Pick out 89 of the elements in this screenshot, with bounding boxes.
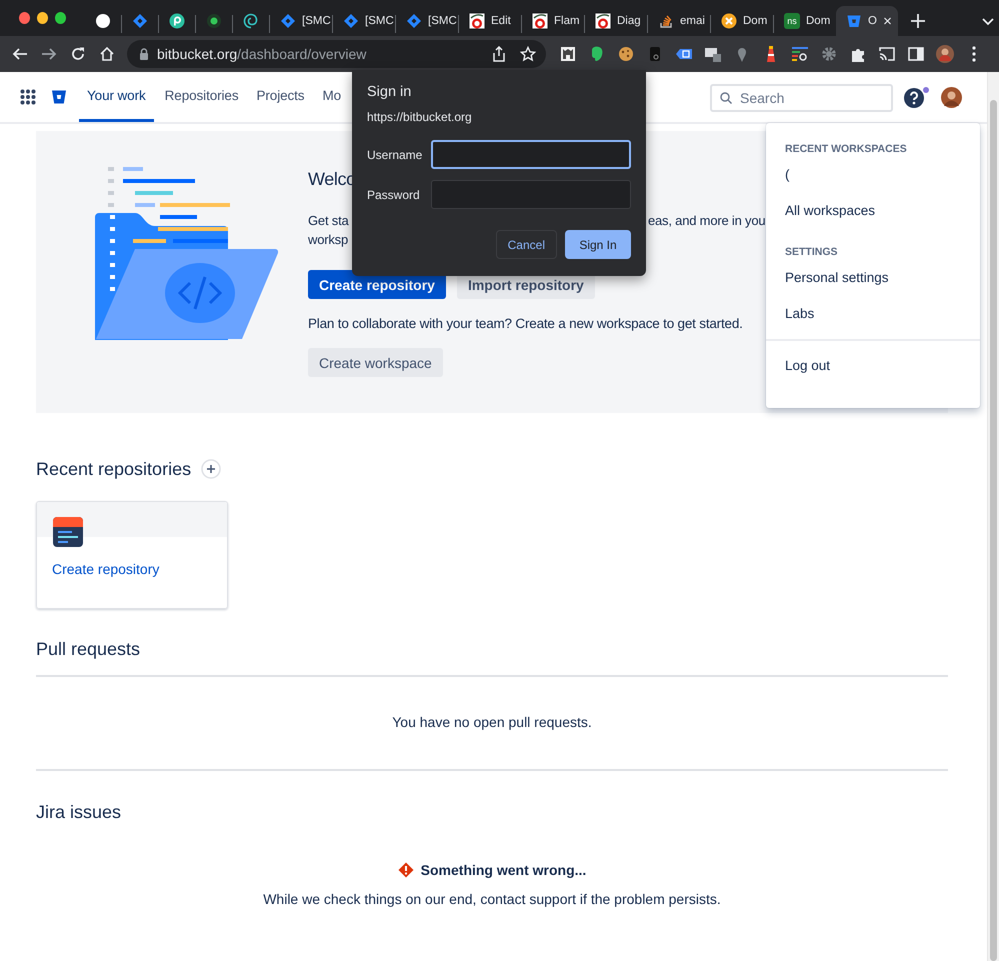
nav-tab[interactable]: Mo [314, 72, 350, 122]
browser-tab[interactable]: emai [648, 6, 710, 36]
avatar[interactable] [936, 45, 954, 63]
url-text: bitbucket.org/dashboard/overview [157, 46, 366, 62]
cancel-button[interactable]: Cancel [496, 230, 557, 259]
menu-item[interactable]: All workspaces [766, 193, 980, 229]
cookie-icon[interactable] [617, 45, 635, 63]
cast-icon[interactable] [878, 45, 896, 63]
welcome-description: Get sta [308, 213, 349, 228]
gear-icon[interactable] [820, 45, 838, 63]
error-message: While we check things on our end, contact support if the problem persists. [263, 891, 721, 907]
diamond-icon [406, 13, 422, 29]
menu-item[interactable]: Log out [766, 348, 980, 384]
ring-logo-icon [532, 13, 548, 29]
add-button[interactable] [201, 459, 222, 479]
menu-section-heading: SETTINGS [784, 246, 839, 258]
browser-tab[interactable]: Edit [459, 6, 521, 36]
site-badge: ns [784, 13, 800, 29]
zoom-window-button[interactable] [55, 12, 66, 24]
browser-tab[interactable]: Flam [522, 6, 584, 36]
minimize-window-button[interactable] [37, 12, 48, 24]
welcome-description: worksp [308, 232, 348, 247]
welcome-description: eas, and more in you [648, 212, 766, 230]
field-label: Password [367, 188, 421, 202]
browser-tab[interactable]: O [836, 6, 898, 36]
circle-icon [95, 13, 111, 29]
browser-tab[interactable]: ns Dom [774, 6, 836, 36]
menu-item[interactable]: Labs [766, 296, 980, 332]
username-field[interactable] [431, 140, 631, 169]
back-arrow-icon[interactable] [12, 46, 28, 62]
window-icon[interactable] [704, 45, 722, 63]
stack-icon [658, 13, 674, 29]
section-title: Jira issues [36, 801, 122, 823]
share-icon[interactable] [491, 46, 507, 62]
close-icon[interactable] [882, 15, 892, 27]
sign-in-button[interactable]: Sign In [565, 230, 631, 259]
p-circle-icon [169, 13, 185, 29]
menu-section-heading: RECENT WORKSPACES [784, 143, 908, 155]
sidebar-icon[interactable] [907, 45, 925, 63]
section-title: Pull requests [36, 638, 142, 660]
section-title: Recent repositories [36, 458, 192, 480]
star-icon[interactable] [520, 46, 536, 62]
search-icon [720, 92, 732, 104]
ring-logo-icon [595, 13, 611, 29]
plus-icon[interactable] [911, 14, 925, 28]
scrollbar-thumb[interactable] [990, 100, 997, 961]
scrollbar[interactable] [987, 72, 999, 961]
avatar[interactable] [941, 87, 962, 108]
address-bar[interactable]: bitbucket.org/dashboard/overview [127, 40, 546, 68]
reload-icon[interactable] [70, 46, 86, 62]
nav-tab[interactable]: Your work [79, 72, 154, 122]
error-title: Something went wrong... [420, 862, 586, 878]
help-icon[interactable] [903, 87, 929, 109]
diamond-icon [280, 13, 296, 29]
warning-icon [398, 862, 414, 878]
menu-item[interactable]: ( [766, 157, 980, 193]
lock-icon [139, 48, 149, 60]
field-label: Username [367, 148, 424, 162]
browser-tab[interactable]: [SMC [270, 6, 332, 36]
bucket-logo[interactable] [51, 89, 67, 105]
home-icon[interactable] [99, 46, 115, 62]
password-field[interactable] [431, 180, 631, 209]
empty-message: You have no open pull requests. [392, 714, 592, 730]
x-circle-icon [721, 13, 737, 29]
close-window-button[interactable] [19, 12, 30, 24]
browser-tab[interactable]: [SMC [396, 6, 458, 36]
create-repository-link[interactable]: Create repository [52, 561, 160, 577]
collaborate-text: Plan to collaborate with your team? Create a new workspace to get started. [308, 316, 743, 331]
create-workspace-button[interactable]: Create workspace [308, 348, 443, 377]
search-field[interactable]: Search [710, 84, 893, 112]
ring-logo-icon [469, 13, 485, 29]
forward-arrow-icon[interactable] [41, 46, 57, 62]
diamond-icon [343, 13, 359, 29]
menu-item[interactable]: Personal settings [766, 260, 980, 296]
repository-icon [53, 517, 83, 547]
dialog-title: Sign in [367, 84, 412, 100]
fortress-icon[interactable] [559, 45, 577, 63]
browser-tab[interactable]: Diag [585, 6, 647, 36]
dialog-origin: https://bitbucket.org [367, 110, 473, 124]
nav-tab[interactable]: Repositories [156, 72, 246, 122]
app-switcher-icon[interactable] [20, 89, 36, 105]
bars-icon[interactable] [791, 45, 809, 63]
diamond-icon [132, 13, 148, 29]
swirl-icon [243, 13, 259, 29]
bucket-icon [846, 13, 862, 29]
nav-tab[interactable]: Projects [248, 72, 312, 122]
browser-tab[interactable]: Dom [711, 6, 773, 36]
browser-tab[interactable]: [SMC [333, 6, 395, 36]
dot-icon [206, 13, 222, 29]
